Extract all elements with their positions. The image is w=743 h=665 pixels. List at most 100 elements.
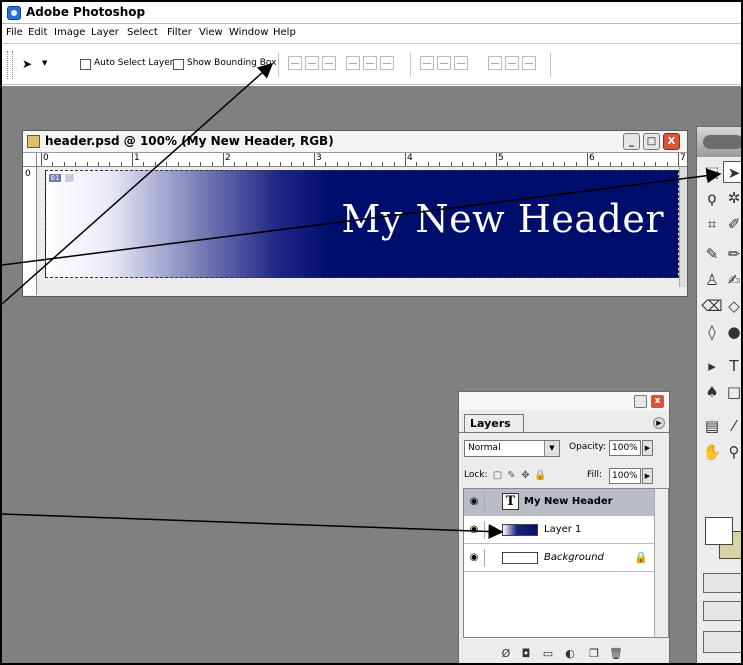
adjustment-layer-icon[interactable]: ◐ bbox=[563, 647, 577, 661]
menu-edit[interactable]: Edit bbox=[28, 27, 47, 38]
distribute-center-icon[interactable] bbox=[505, 56, 519, 70]
menu-select[interactable]: Select bbox=[127, 27, 158, 38]
menu-filter[interactable]: Filter bbox=[167, 27, 192, 38]
lock-all-icon[interactable]: 🔒 bbox=[534, 470, 546, 481]
quick-mask-mode-icon[interactable] bbox=[703, 573, 741, 593]
minimize-button[interactable]: _ bbox=[623, 133, 640, 150]
jump-to-imageready-icon[interactable] bbox=[703, 631, 741, 653]
canvas-header-image[interactable]: 01 My New Header bbox=[45, 170, 679, 278]
hand-tool-icon[interactable]: ✋ bbox=[701, 441, 723, 463]
layers-titlebar[interactable]: x bbox=[459, 392, 669, 410]
menu-window[interactable]: Window bbox=[229, 27, 268, 38]
blend-mode-select[interactable]: Normal ▼ bbox=[464, 440, 560, 457]
tab-divider bbox=[459, 432, 669, 433]
layer-name: My New Header bbox=[524, 496, 613, 507]
add-mask-icon[interactable]: ◘ bbox=[519, 647, 533, 661]
move-tool-icon[interactable]: ➤ bbox=[22, 57, 32, 71]
document-titlebar[interactable]: header.psd @ 100% (My New Header, RGB) _… bbox=[23, 131, 687, 153]
layer-row-background[interactable]: ◉ Background 🔒 bbox=[464, 545, 654, 572]
ruler-minor-tick bbox=[359, 162, 361, 166]
menu-image[interactable]: Image bbox=[54, 27, 85, 38]
adobe-online-button[interactable] bbox=[697, 127, 741, 157]
menu-layer[interactable]: Layer bbox=[91, 27, 119, 38]
link-cell[interactable] bbox=[484, 549, 496, 567]
paint-bucket-icon[interactable]: ◇ bbox=[723, 295, 741, 317]
align-bottom-icon[interactable] bbox=[322, 56, 336, 70]
menu-help[interactable]: Help bbox=[273, 27, 296, 38]
dodge-tool-icon[interactable]: ● bbox=[723, 321, 741, 343]
move-tool-icon[interactable]: ➤ bbox=[723, 161, 741, 183]
layers-scrollbar[interactable] bbox=[654, 489, 668, 637]
options-grip[interactable] bbox=[7, 51, 13, 79]
palette-minimize-button[interactable] bbox=[634, 395, 647, 408]
align-top-icon[interactable] bbox=[288, 56, 302, 70]
zoom-tool-icon[interactable]: ⚲ bbox=[723, 441, 741, 463]
eye-icon[interactable]: ◉ bbox=[468, 496, 480, 508]
vertical-ruler[interactable]: 0 bbox=[23, 167, 37, 295]
menu-file[interactable]: File bbox=[6, 27, 23, 38]
distribute-top-icon[interactable] bbox=[420, 56, 434, 70]
notes-tool-icon[interactable]: ▤ bbox=[701, 415, 723, 437]
fill-slider-arrow[interactable]: ▶ bbox=[642, 468, 653, 484]
path-select-icon[interactable]: ▸ bbox=[701, 355, 723, 377]
eraser-tool-icon[interactable]: ⌫ bbox=[701, 295, 723, 317]
shape-tool-icon[interactable]: □ bbox=[723, 381, 741, 403]
distribute-bottom-icon[interactable] bbox=[454, 56, 468, 70]
history-brush-icon[interactable]: ✍ bbox=[723, 269, 741, 291]
foreground-color-swatch[interactable] bbox=[705, 517, 733, 545]
eye-icon[interactable]: ◉ bbox=[468, 552, 480, 564]
menu-view[interactable]: View bbox=[199, 27, 223, 38]
distribute-right-icon[interactable] bbox=[522, 56, 536, 70]
pen-tool-icon[interactable]: ♠ bbox=[701, 381, 723, 403]
layer-row-layer-1[interactable]: ◉ Layer 1 bbox=[464, 517, 654, 544]
healing-brush-icon[interactable]: ✎ bbox=[701, 243, 723, 265]
maximize-button[interactable]: □ bbox=[643, 133, 660, 150]
distribute-middle-icon[interactable] bbox=[437, 56, 451, 70]
distribute-left-icon[interactable] bbox=[488, 56, 502, 70]
document-scrollbar[interactable] bbox=[679, 167, 687, 287]
align-center-icon[interactable] bbox=[363, 56, 377, 70]
marquee-tool-icon[interactable]: ⬚ bbox=[701, 161, 723, 183]
align-right-icon[interactable] bbox=[380, 56, 394, 70]
brush-tool-icon[interactable]: ✏ bbox=[723, 243, 741, 265]
ruler-minor-tick bbox=[211, 162, 213, 166]
ruler-minor-tick bbox=[348, 162, 350, 166]
type-tool-icon[interactable]: T bbox=[723, 355, 741, 377]
palette-close-button[interactable]: x bbox=[651, 395, 664, 408]
lock-transparency-icon[interactable]: ▢ bbox=[492, 470, 503, 481]
layer-row-my-new-header[interactable]: ◉ T My New Header bbox=[464, 489, 654, 516]
chevron-down-icon[interactable]: ▼ bbox=[42, 59, 47, 67]
eyedropper-icon[interactable]: ⁄ bbox=[723, 415, 741, 437]
auto-select-checkbox[interactable] bbox=[80, 59, 91, 70]
opacity-field[interactable]: 100% bbox=[609, 440, 641, 456]
fill-field[interactable]: 100% bbox=[609, 468, 641, 484]
palette-menu-icon[interactable]: ▶ bbox=[653, 417, 665, 429]
screen-mode-icon[interactable] bbox=[703, 601, 741, 621]
type-layer-icon: T bbox=[502, 493, 519, 510]
lasso-tool-icon[interactable]: ϙ bbox=[701, 187, 723, 209]
magic-wand-icon[interactable]: ✲ bbox=[723, 187, 741, 209]
new-set-icon[interactable]: ▭ bbox=[541, 647, 555, 661]
align-middle-icon[interactable] bbox=[305, 56, 319, 70]
eye-icon[interactable]: ◉ bbox=[468, 524, 480, 536]
layer-style-icon[interactable]: Ø bbox=[499, 647, 513, 661]
blur-tool-icon[interactable]: ◊ bbox=[701, 321, 723, 343]
clone-stamp-icon[interactable]: ♙ bbox=[701, 269, 723, 291]
opacity-slider-arrow[interactable]: ▶ bbox=[642, 440, 653, 456]
brush-icon[interactable] bbox=[484, 493, 496, 511]
new-layer-icon[interactable]: ❐ bbox=[587, 647, 601, 661]
slice-tool-icon[interactable]: ✐ bbox=[723, 213, 741, 235]
lock-image-icon[interactable]: ✎ bbox=[506, 470, 517, 481]
link-cell[interactable] bbox=[484, 521, 496, 539]
lock-position-icon[interactable]: ✥ bbox=[520, 470, 531, 481]
align-left-icon[interactable] bbox=[346, 56, 360, 70]
ruler-label: 0 bbox=[43, 153, 49, 163]
trash-icon[interactable]: 🗑 bbox=[609, 647, 623, 661]
tab-layers[interactable]: Layers bbox=[464, 414, 524, 432]
horizontal-ruler[interactable]: 0 1 2 3 4 5 6 7 bbox=[37, 153, 687, 167]
crop-tool-icon[interactable]: ⌗ bbox=[701, 213, 723, 235]
close-button[interactable]: X bbox=[663, 133, 680, 150]
ruler-origin[interactable] bbox=[23, 153, 37, 167]
show-bounding-checkbox[interactable] bbox=[173, 59, 184, 70]
chevron-down-icon[interactable]: ▼ bbox=[544, 441, 559, 456]
